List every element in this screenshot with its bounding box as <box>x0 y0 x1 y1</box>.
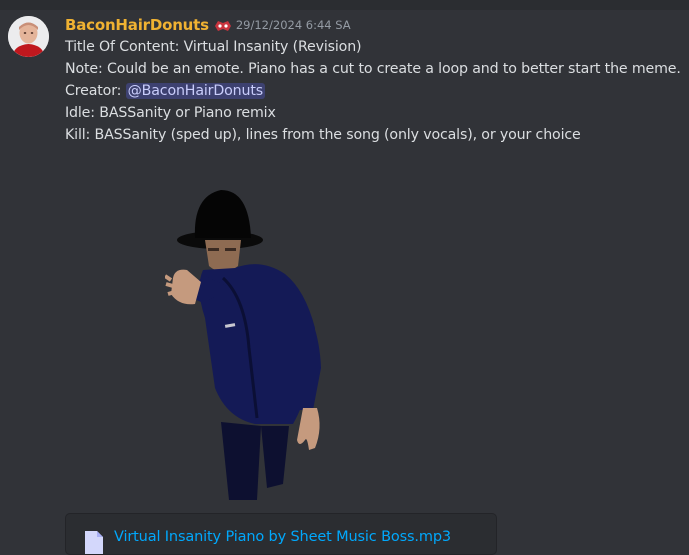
message-content: Title Of Content: Virtual Insanity (Revi… <box>65 36 681 146</box>
dancer-image[interactable] <box>163 178 355 500</box>
file-name-link[interactable]: Virtual Insanity Piano by Sheet Music Bo… <box>114 529 451 545</box>
file-audio-icon <box>85 531 103 554</box>
message-header: BaconHairDonuts 29/12/2024 6:44 SA <box>65 14 351 36</box>
creator-line: Creator: @BaconHairDonuts <box>65 80 680 102</box>
note-line: Note: Could be an emote. Piano has a cut… <box>65 61 681 77</box>
avatar-image <box>8 16 49 57</box>
title-line: Title Of Content: Virtual Insanity (Revi… <box>65 39 362 55</box>
top-divider-bar <box>0 0 689 10</box>
avatar[interactable] <box>8 16 49 57</box>
idle-line: Idle: BASSanity or Piano remix <box>65 105 276 121</box>
server-tag-icon[interactable] <box>214 18 232 32</box>
username[interactable]: BaconHairDonuts <box>65 16 209 34</box>
kill-line: Kill: BASSanity (sped up), lines from th… <box>65 127 581 143</box>
chat-message: BaconHairDonuts 29/12/2024 6:44 SA Title… <box>0 10 689 555</box>
creator-label: Creator: <box>65 83 126 99</box>
user-mention[interactable]: @BaconHairDonuts <box>125 83 265 99</box>
file-attachment[interactable]: Virtual Insanity Piano by Sheet Music Bo… <box>65 513 497 555</box>
message-timestamp[interactable]: 29/12/2024 6:44 SA <box>236 18 351 32</box>
